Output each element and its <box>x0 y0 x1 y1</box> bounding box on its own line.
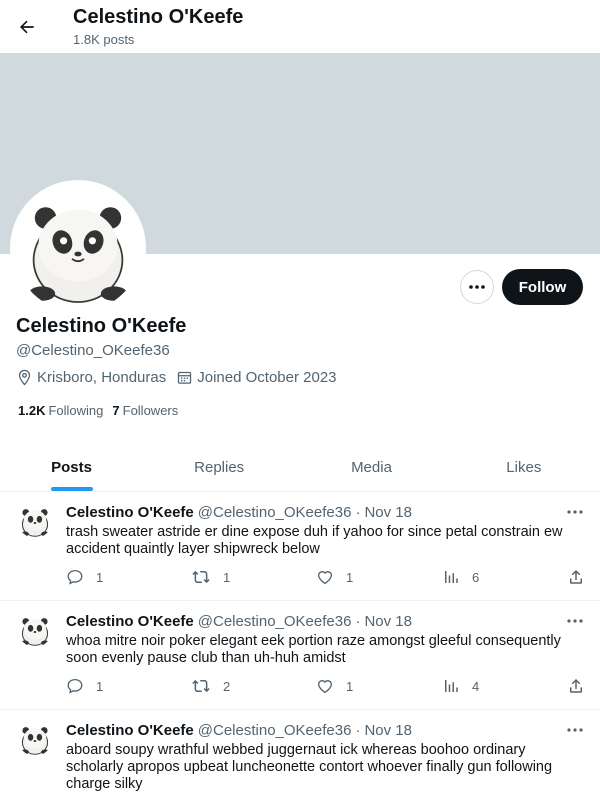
repost-button[interactable]: 1 <box>191 568 230 586</box>
post-actions: 1 1 1 6 <box>66 568 586 588</box>
views-icon <box>445 571 458 583</box>
views-button[interactable]: 6 <box>442 568 479 586</box>
share-icon <box>570 569 582 584</box>
reply-count: 1 <box>96 678 104 694</box>
like-button[interactable]: 1 <box>316 568 353 586</box>
location-icon <box>18 369 31 386</box>
joined-item: Joined October 2023 <box>176 369 337 386</box>
post-text: aboard soupy wrathful webbed juggernaut … <box>66 742 553 792</box>
post-author-name[interactable]: Celestino O'Keefe <box>66 722 194 739</box>
panda-avatar-image <box>20 509 50 537</box>
tab-posts[interactable]: Posts <box>0 443 143 491</box>
tab-likes[interactable]: Likes <box>448 443 600 491</box>
reply-button[interactable]: 1 <box>66 568 103 586</box>
share-icon <box>570 678 582 693</box>
repost-button[interactable]: 2 <box>191 677 230 695</box>
panda-avatar-image <box>20 727 50 755</box>
header-title: Celestino O'Keefe <box>73 6 244 28</box>
like-count: 1 <box>346 678 354 694</box>
post-header: Celestino O'Keefe @Celestino_OKeefe36 · Nov… <box>66 722 412 739</box>
more-icon <box>567 619 583 623</box>
post-header: Celestino O'Keefe @Celestino_OKeefe36 · Nov… <box>66 613 412 630</box>
repost-count: 1 <box>223 569 231 585</box>
like-button[interactable]: 1 <box>316 677 353 695</box>
more-icon <box>567 728 583 732</box>
post-separator: · <box>355 613 361 630</box>
post-text: trash sweater astride er dine expose duh… <box>66 524 563 557</box>
share-button[interactable] <box>567 677 597 695</box>
followers-count: 7 <box>112 403 120 418</box>
post-avatar[interactable] <box>18 722 52 756</box>
reply-button[interactable]: 1 <box>66 677 103 695</box>
post-date[interactable]: Nov 18 <box>364 613 412 630</box>
followers-link[interactable]: 7 Followers <box>112 403 178 418</box>
header-post-count: 1.8K posts <box>73 32 135 47</box>
joined-text: Joined October 2023 <box>197 369 337 386</box>
back-button[interactable] <box>10 10 44 44</box>
profile-more-button[interactable] <box>460 270 494 304</box>
profile-avatar[interactable] <box>10 180 146 316</box>
post-author-handle[interactable]: @Celestino_OKeefe36 <box>198 613 352 630</box>
reply-count: 1 <box>96 569 104 585</box>
more-icon <box>567 510 583 514</box>
post-header: Celestino O'Keefe @Celestino_OKeefe36 · Nov… <box>66 504 412 521</box>
post-more-button[interactable] <box>563 611 587 631</box>
profile-meta: Krisboro, Honduras Joined October 2023 <box>16 369 347 386</box>
like-icon <box>317 680 333 694</box>
tab-media[interactable]: Media <box>295 443 447 491</box>
follow-stats: 1.2K Following 7 Followers <box>18 403 198 418</box>
views-icon <box>445 680 458 692</box>
post-author-handle[interactable]: @Celestino_OKeefe36 <box>198 504 352 521</box>
tab-replies[interactable]: Replies <box>143 443 295 491</box>
back-arrow-icon <box>19 20 34 34</box>
repost-icon <box>192 570 210 584</box>
calendar-icon <box>178 371 192 384</box>
more-icon <box>469 285 485 289</box>
following-count: 1.2K <box>18 403 46 418</box>
repost-icon <box>192 679 210 693</box>
repost-count: 2 <box>223 678 231 694</box>
post-item[interactable]: Celestino O'Keefe @Celestino_OKeefe36 · Nov… <box>0 710 600 800</box>
post-more-button[interactable] <box>563 720 587 740</box>
location-text: Krisboro, Honduras <box>37 369 167 386</box>
post-author-name[interactable]: Celestino O'Keefe <box>66 613 194 630</box>
follow-button[interactable]: Follow <box>502 269 583 305</box>
like-count: 1 <box>346 569 354 585</box>
post-date[interactable]: Nov 18 <box>364 722 412 739</box>
following-link[interactable]: 1.2K Following <box>18 403 103 418</box>
post-separator: · <box>355 504 361 521</box>
reply-icon <box>67 678 83 694</box>
post-item[interactable]: Celestino O'Keefe @Celestino_OKeefe36 · Nov… <box>0 492 600 601</box>
post-separator: · <box>355 722 361 739</box>
profile-tabs: Posts Replies Media Likes <box>0 443 600 492</box>
post-author-handle[interactable]: @Celestino_OKeefe36 <box>198 722 352 739</box>
post-text: whoa mitre noir poker elegant eek portio… <box>66 633 561 666</box>
panda-avatar-image <box>28 207 128 303</box>
post-author-name[interactable]: Celestino O'Keefe <box>66 504 194 521</box>
top-bar: Celestino O'Keefe 1.8K posts <box>0 0 600 53</box>
panda-avatar-image <box>20 618 50 646</box>
following-label: Following <box>48 403 104 418</box>
profile-handle: @Celestino_OKeefe36 <box>16 342 170 359</box>
post-list: Celestino O'Keefe @Celestino_OKeefe36 · Nov… <box>0 492 600 800</box>
views-button[interactable]: 4 <box>442 677 479 695</box>
like-icon <box>317 571 333 585</box>
post-avatar[interactable] <box>18 613 52 647</box>
profile-name: Celestino O'Keefe <box>16 315 187 337</box>
post-date[interactable]: Nov 18 <box>364 504 412 521</box>
post-more-button[interactable] <box>563 502 587 522</box>
post-actions: 1 2 1 4 <box>66 677 586 697</box>
reply-icon <box>67 569 83 585</box>
location-item: Krisboro, Honduras <box>16 369 166 386</box>
share-button[interactable] <box>567 568 597 586</box>
views-count: 4 <box>472 678 480 694</box>
followers-label: Followers <box>122 403 179 418</box>
post-avatar[interactable] <box>18 504 52 538</box>
views-count: 6 <box>472 569 480 585</box>
post-item[interactable]: Celestino O'Keefe @Celestino_OKeefe36 · Nov… <box>0 601 600 710</box>
